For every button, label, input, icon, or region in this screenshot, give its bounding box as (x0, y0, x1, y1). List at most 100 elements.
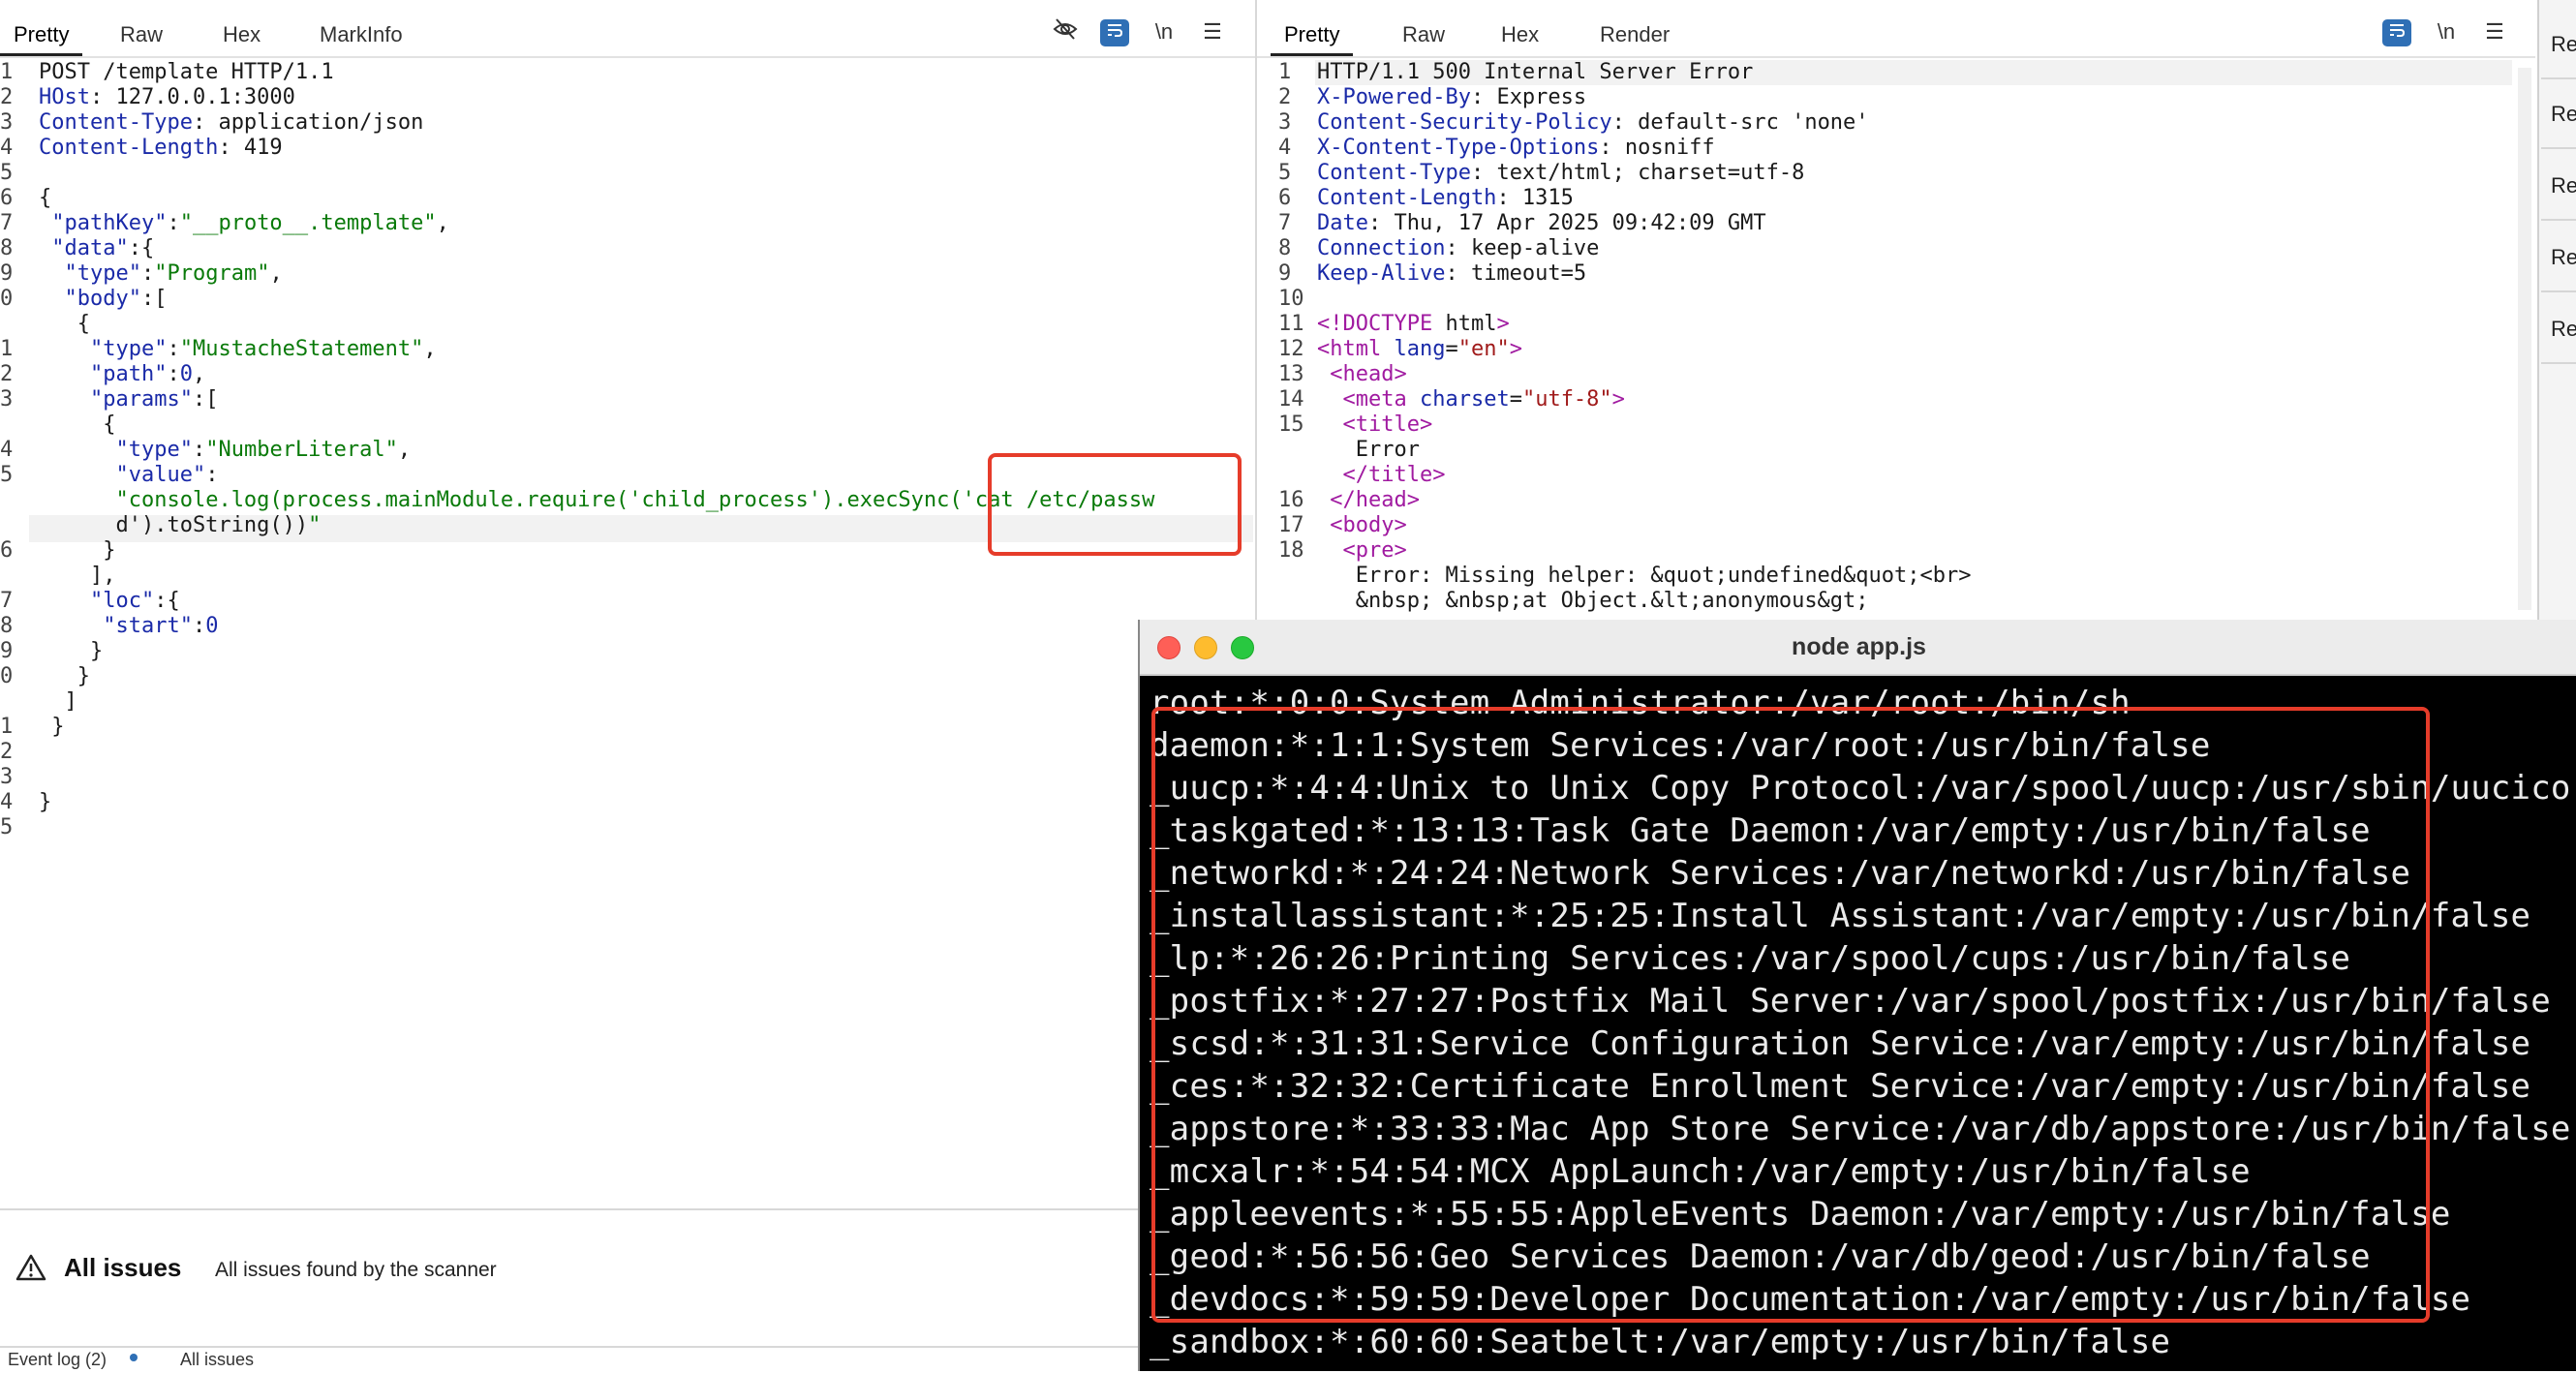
side-tab[interactable]: Re (2541, 10, 2576, 79)
code-line: &nbsp; &nbsp;at Object.&lt;anonymous&gt; (1317, 589, 1869, 613)
line-number: 5 (0, 815, 14, 839)
line-number: 14 (1278, 387, 1304, 412)
line-number: 8 (1278, 236, 1292, 260)
line-number: 18 (1278, 538, 1304, 563)
line-number: 8 (0, 236, 14, 260)
line-number: 16 (1278, 488, 1304, 512)
code-line: "type":"NumberLiteral", (115, 438, 412, 462)
side-tab[interactable]: Re (2541, 79, 2576, 149)
menu-icon[interactable]: ☰ (2479, 17, 2510, 46)
line-number: 6 (1278, 186, 1292, 210)
code-line: POST /template HTTP/1.1 (39, 60, 334, 84)
code-line: } (39, 664, 90, 688)
side-tab[interactable]: Re (2541, 223, 2576, 292)
line-number: 1 (0, 60, 14, 84)
line-number: 17 (1278, 513, 1304, 537)
line-number: 1 (0, 715, 14, 739)
issues-title[interactable]: All issues (64, 1253, 181, 1283)
line-number: 1 (1278, 60, 1292, 84)
line-number: 5 (1278, 161, 1292, 185)
response-scrollbar[interactable] (2518, 68, 2531, 610)
all-issues-tab[interactable]: All issues (180, 1350, 254, 1370)
footer-bar: Event log (2) All issues (0, 1346, 1143, 1373)
response-tab-hex[interactable]: Hex (1487, 15, 1552, 56)
request-tab-markinfo[interactable]: MarkInfo (306, 15, 416, 56)
code-line: Error: Missing helper: &quot;undefined&q… (1317, 564, 1972, 588)
line-number: 2 (0, 362, 14, 386)
line-number: 2 (1278, 85, 1292, 109)
line-number: 11 (1278, 312, 1304, 336)
line-number: 1 (0, 337, 14, 361)
menu-icon[interactable]: ☰ (1197, 17, 1228, 46)
newline-toggle[interactable]: \n (1149, 17, 1180, 46)
wrap-icon[interactable] (1100, 19, 1129, 46)
line-number: 5 (0, 463, 14, 487)
code-line: { (39, 186, 52, 210)
request-pane: Pretty Raw Hex MarkInfo \n ☰ 1 POST /temp… (0, 0, 1257, 1206)
code-line: d').toString())" (39, 513, 322, 537)
code-line: ], (39, 564, 116, 588)
code-line: <body> (1330, 513, 1407, 537)
line-number: 6 (0, 538, 14, 563)
code-line: Content-Length: 419 (39, 136, 283, 160)
code-line: "pathKey":"__proto__.template", (51, 211, 449, 235)
code-line: { (39, 312, 90, 336)
line-number: 3 (1278, 110, 1292, 135)
code-line: } (39, 538, 116, 563)
line-number: 4 (0, 790, 14, 814)
code-line: </head> (1330, 488, 1420, 512)
line-number: 3 (0, 110, 14, 135)
code-line: ] (39, 689, 77, 714)
code-line: Content-Type: application/json (39, 110, 424, 135)
line-number: 10 (1278, 287, 1304, 311)
code-line: Date: Thu, 17 Apr 2025 09:42:09 GMT (1317, 211, 1766, 235)
event-log-tab[interactable]: Event log (2) (8, 1350, 107, 1370)
code-line: <head> (1330, 362, 1407, 386)
response-tab-raw[interactable]: Raw (1389, 15, 1458, 56)
eye-off-icon[interactable] (1050, 17, 1081, 46)
terminal-line: _sandbox:*:60:60:Seatbelt:/var/empty:/us… (1150, 1323, 2171, 1361)
warning-icon (15, 1253, 48, 1282)
code-line: "value": (115, 463, 219, 487)
line-number: 2 (0, 740, 14, 764)
response-tabbar: Pretty Raw Hex Render \n ☰ (1257, 6, 2535, 58)
code-line: "start":0 (103, 614, 219, 638)
highlight-box-passwd-output (1151, 707, 2430, 1323)
code-line: </title> (1342, 463, 1446, 487)
code-line: "data":{ (51, 236, 155, 260)
line-number: 2 (0, 85, 14, 109)
code-line: HTTP/1.1 500 Internal Server Error (1317, 60, 1754, 84)
line-number: 4 (1278, 136, 1292, 160)
code-line: Connection: keep-alive (1317, 236, 1600, 260)
code-line: { (39, 412, 116, 437)
response-pane: Pretty Raw Hex Render \n ☰ 1 HTTP/1.1 500… (1257, 0, 2535, 620)
code-line: Content-Type: text/html; charset=utf-8 (1317, 161, 1805, 185)
request-tab-raw[interactable]: Raw (107, 15, 176, 56)
code-line: "path":0, (89, 362, 206, 386)
wrap-icon[interactable] (2382, 19, 2411, 46)
code-line: "params":[ (89, 387, 219, 412)
request-tab-pretty[interactable]: Pretty (0, 15, 83, 56)
line-number: 7 (0, 589, 14, 613)
code-line: Content-Security-Policy: default-src 'no… (1317, 110, 1869, 135)
side-tab[interactable]: Re (2541, 294, 2576, 364)
line-number: 13 (1278, 362, 1304, 386)
terminal-title: node app.js (1792, 633, 1926, 660)
request-tab-hex[interactable]: Hex (209, 15, 274, 56)
code-line: } (39, 639, 104, 663)
line-number: 6 (0, 186, 14, 210)
response-tab-render[interactable]: Render (1586, 15, 1683, 56)
side-tab[interactable]: Re (2541, 151, 2576, 221)
line-number: 8 (0, 614, 14, 638)
code-line: Error (1317, 438, 1420, 462)
line-number: 9 (0, 639, 14, 663)
line-number: 3 (0, 765, 14, 789)
code-line: X-Content-Type-Options: nosniff (1317, 136, 1715, 160)
response-tab-pretty[interactable]: Pretty (1271, 15, 1354, 56)
code-line: "body":[ (64, 287, 168, 311)
code-line: HOst: 127.0.0.1:3000 (39, 85, 295, 109)
terminal-window: node app.js root:*:0:0:System Administra… (1138, 620, 2576, 1371)
request-tabbar: Pretty Raw Hex MarkInfo \n ☰ (0, 6, 1255, 58)
terminal-titlebar: node app.js (1140, 620, 2576, 676)
newline-toggle[interactable]: \n (2431, 17, 2462, 46)
